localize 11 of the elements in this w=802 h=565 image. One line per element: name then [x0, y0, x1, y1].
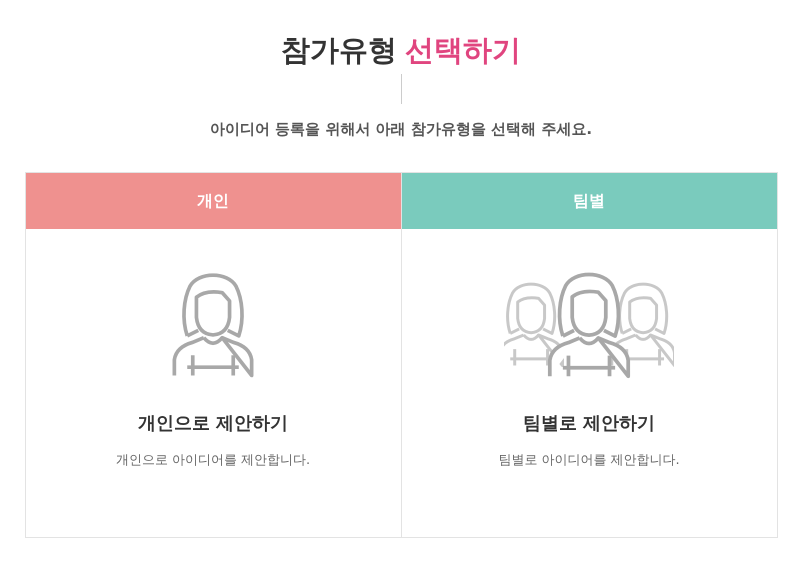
option-header: 팀별 [402, 173, 776, 229]
option-title: 개인으로 제안하기 [138, 412, 288, 435]
option-header: 개인 [26, 173, 400, 229]
page-title-highlight: 선택하기 [405, 32, 521, 69]
page-title: 참가유형 [281, 32, 397, 69]
option-card[interactable]: 팀별 팀별로 제안하기 팀별로 아이디어를 제안합니다. [400, 173, 776, 537]
instruction-text: 아이디어 등록을 위해서 아래 참가유형을 선택해 주세요. [210, 120, 592, 139]
option-description: 팀별로 아이디어를 제안합니다. [498, 452, 680, 469]
option-title: 팀별로 제안하기 [522, 412, 656, 435]
option-description: 개인으로 아이디어를 제안합니다. [116, 452, 310, 469]
option-card[interactable]: 개인 개인으로 제안하기 개인으로 아이디어를 제안합니다. [26, 173, 400, 537]
